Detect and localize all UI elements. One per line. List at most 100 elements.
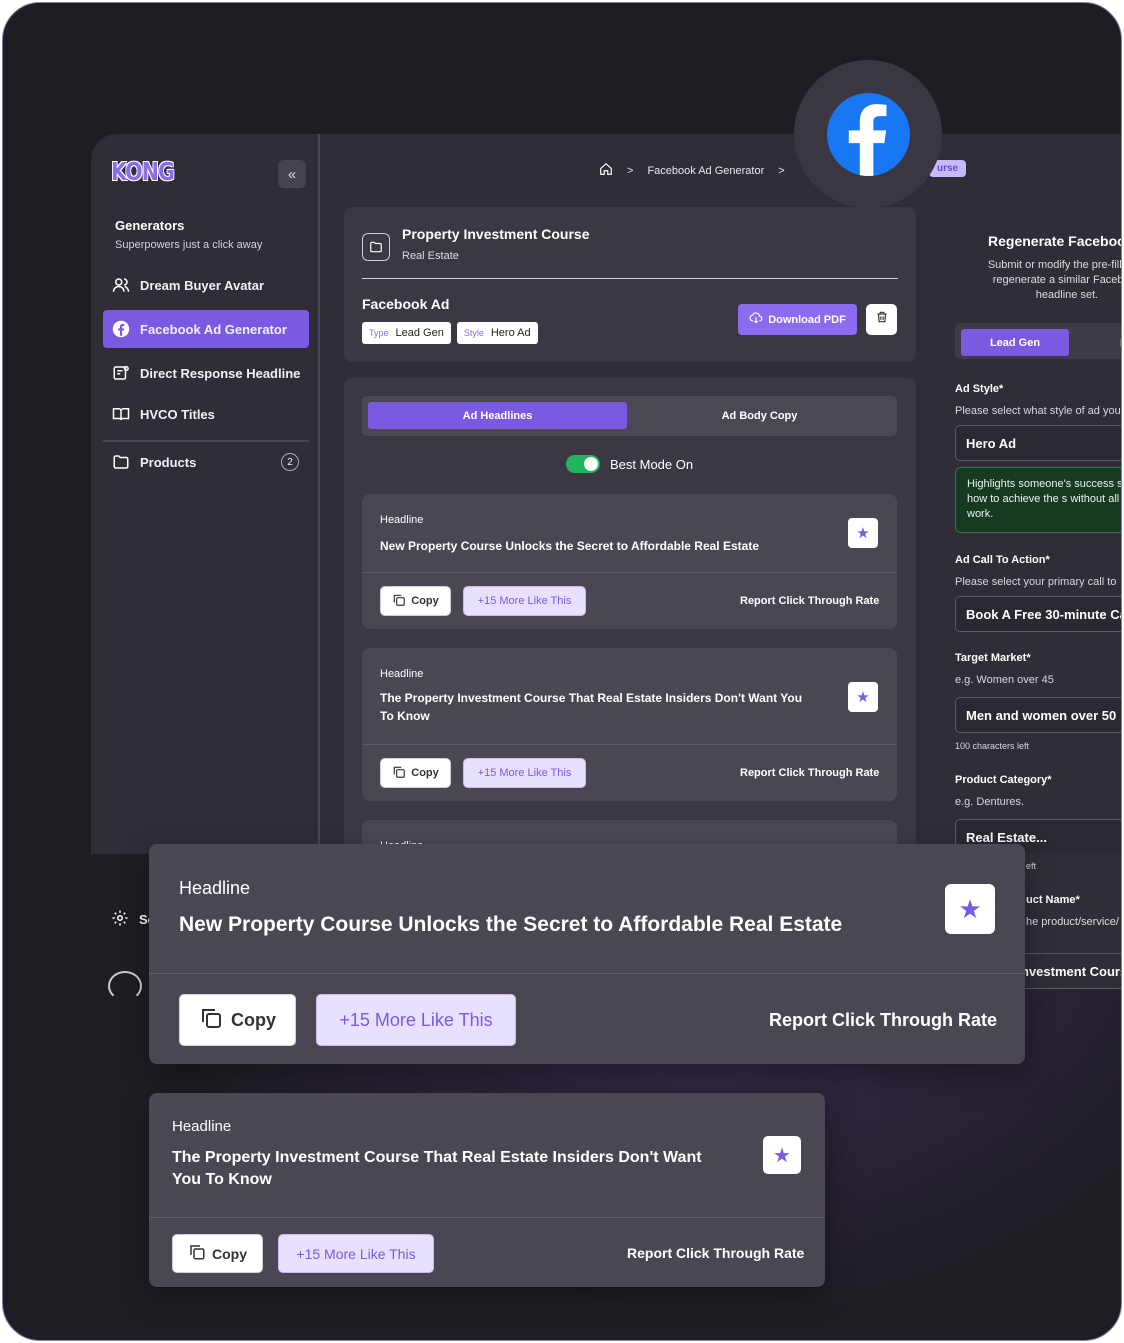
sidebar-item-label: Dream Buyer Avatar [140, 277, 265, 293]
sidebar-item-direct-response-headline[interactable]: Direct Response Headline [103, 354, 309, 392]
headline-card-1: Headline New Property Course Unlocks the… [362, 494, 897, 629]
users-icon [112, 276, 130, 294]
more-like-this-button[interactable]: +15 More Like This [316, 994, 516, 1046]
breadcrumb-separator: > [778, 164, 785, 177]
favorite-star-button[interactable]: ★ [848, 682, 878, 712]
more-like-this-button[interactable]: +15 More Like This [278, 1234, 434, 1273]
regenerate-panel-fragment: eft uct Name* he product/service/ nvestm… [1021, 853, 1121, 989]
kong-logo[interactable]: KONG [111, 157, 175, 186]
headline-label: Headline [172, 1118, 232, 1135]
headline-text: New Property Course Unlocks the Secret t… [179, 913, 843, 936]
sidebar-item-facebook-ad-generator[interactable]: Facebook Ad Generator [103, 310, 309, 348]
project-divider [362, 278, 898, 279]
copy-button[interactable]: Copy [179, 994, 296, 1046]
best-mode-toggle[interactable] [566, 455, 600, 473]
download-pdf-button[interactable]: Download PDF [738, 304, 857, 335]
star-icon: ★ [856, 525, 870, 542]
trash-icon [875, 310, 889, 329]
tab-ad-headlines[interactable]: Ad Headlines [368, 402, 627, 429]
target-market-input[interactable]: Men and women over 50 [955, 697, 1121, 733]
ad-tags: Type Lead Gen Style Hero Ad [362, 322, 538, 344]
copy-icon [199, 1006, 223, 1035]
headline-label: Headline [380, 514, 424, 526]
sidebar-item-label: Products [140, 454, 197, 470]
report-ctr-link[interactable]: Report Click Through Rate [627, 1245, 804, 1261]
results-panel: Ad Headlines Ad Body Copy Best Mode On H… [344, 378, 916, 854]
breadcrumb-current[interactable]: Facebook Ad Generator [647, 165, 764, 177]
copy-icon [392, 593, 406, 610]
sidebar: KONG « Generators Superpowers just a cli… [91, 134, 320, 854]
home-icon[interactable] [599, 162, 613, 179]
report-ctr-link[interactable]: Report Click Through Rate [769, 1010, 997, 1031]
book-icon [112, 405, 130, 423]
cta-label: Ad Call To Action* [955, 554, 1050, 566]
showcase-frame: KONG « Generators Superpowers just a cli… [2, 2, 1122, 1341]
regenerate-title: Regenerate Faceboo [988, 233, 1122, 249]
favorite-star-button[interactable]: ★ [945, 884, 995, 934]
sidebar-divider [103, 440, 309, 442]
products-count-badge: 2 [281, 453, 299, 471]
favorite-star-button[interactable]: ★ [763, 1136, 801, 1174]
ad-style-hint: Please select what style of ad you [955, 405, 1121, 417]
ad-style-select[interactable]: Hero Ad [955, 425, 1121, 461]
facebook-badge [794, 60, 942, 208]
star-icon: ★ [856, 689, 870, 706]
project-card: Property Investment Course Real Estate F… [344, 207, 916, 362]
tab-ad-body-copy[interactable]: Ad Body Copy [627, 402, 892, 429]
favorite-star-button[interactable]: ★ [848, 518, 878, 548]
breadcrumb-separator: > [627, 164, 634, 177]
headline-card-2: Headline The Property Investment Course … [362, 648, 897, 801]
ad-section-title: Facebook Ad [362, 296, 450, 312]
report-ctr-link[interactable]: Report Click Through Rate [740, 595, 879, 607]
copy-button[interactable]: Copy [380, 586, 451, 616]
headline-text: New Property Course Unlocks the Secret t… [380, 539, 759, 553]
folder-icon [112, 453, 130, 471]
more-like-this-button[interactable]: +15 More Like This [463, 758, 586, 788]
target-market-counter: 100 characters left [955, 741, 1030, 751]
sidebar-item-label: Direct Response Headline [140, 365, 301, 381]
target-market-label: Target Market* [955, 652, 1031, 664]
sidebar-item-label: HVCO Titles [140, 406, 215, 422]
more-like-this-button[interactable]: +15 More Like This [463, 586, 586, 616]
copy-icon [188, 1243, 206, 1264]
cta-select[interactable]: Book A Free 30-minute Cal [955, 596, 1121, 632]
facebook-icon [112, 320, 130, 338]
copy-button[interactable]: Copy [172, 1234, 263, 1273]
product-name-input[interactable]: nvestment Cours [1021, 953, 1121, 989]
best-mode-label: Best Mode On [610, 456, 694, 472]
tab-ecom[interactable]: Ecom [1085, 329, 1121, 356]
sidebar-item-label: Facebook Ad Generator [140, 321, 287, 337]
app-window: KONG « Generators Superpowers just a cli… [91, 134, 1122, 854]
headline-label: Headline [179, 878, 251, 898]
tab-lead-gen[interactable]: Lead Gen [961, 329, 1069, 356]
copy-button[interactable]: Copy [380, 758, 451, 788]
settings-icon [111, 909, 129, 930]
sidebar-item-products[interactable]: Products 2 [103, 443, 309, 481]
project-subtitle: Real Estate [402, 250, 459, 262]
delete-button[interactable] [866, 304, 897, 335]
headline-text: The Property Investment Course That Real… [380, 691, 803, 723]
product-name-hint: he product/service/ [1026, 916, 1119, 928]
ad-style-label: Ad Style* [955, 383, 1004, 395]
ad-style-description: Highlights someone's success show you ho… [955, 467, 1121, 533]
sidebar-item-hvco-titles[interactable]: HVCO Titles [103, 395, 309, 433]
product-name-label: uct Name* [1026, 894, 1080, 906]
collapse-sidebar-button[interactable]: « [278, 160, 306, 188]
sidebar-item-dream-buyer-avatar[interactable]: Dream Buyer Avatar [103, 266, 309, 304]
results-tabs: Ad Headlines Ad Body Copy [362, 396, 897, 436]
cloud-download-icon [749, 311, 763, 328]
star-icon: ★ [773, 1144, 791, 1167]
zoomed-headline-card-2: Headline The Property Investment Course … [149, 1093, 825, 1287]
headline-icon [112, 364, 130, 382]
zoomed-headline-card-1: Headline New Property Course Unlocks the… [149, 844, 1025, 1064]
type-tag: Type Lead Gen [362, 322, 451, 344]
style-tag: Style Hero Ad [456, 322, 538, 344]
headline-label: Headline [380, 668, 424, 680]
product-category-counter: eft [1026, 861, 1037, 871]
report-ctr-link[interactable]: Report Click Through Rate [740, 767, 879, 779]
product-category-label: Product Category* [955, 774, 1052, 786]
best-mode: Best Mode On [566, 455, 693, 473]
user-avatar[interactable] [108, 971, 142, 1001]
chevrons-left-icon: « [287, 165, 297, 183]
cta-hint: Please select your primary call to [955, 576, 1117, 588]
